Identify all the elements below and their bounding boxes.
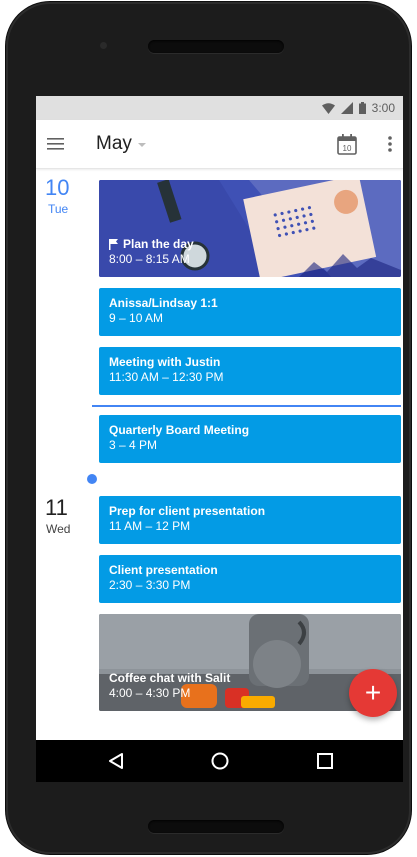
month-selector[interactable]: May bbox=[96, 133, 146, 155]
event-time: 4:00 – 4:30 PM bbox=[109, 686, 191, 700]
app-bar: May 10 bbox=[36, 120, 403, 169]
month-label: May bbox=[96, 133, 132, 154]
event-title: Quarterly Board Meeting bbox=[109, 423, 250, 437]
system-nav-bar bbox=[36, 740, 403, 782]
recents-icon[interactable] bbox=[313, 749, 337, 773]
home-icon[interactable] bbox=[208, 749, 232, 773]
event-title: Meeting with Justin bbox=[109, 355, 221, 369]
event-card[interactable]: Prep for client presentation 11 AM – 12 … bbox=[99, 496, 401, 544]
signal-icon bbox=[340, 102, 353, 114]
event-title: Prep for client presentation bbox=[109, 504, 266, 518]
earpiece-speaker bbox=[148, 40, 284, 53]
event-time: 11:30 AM – 12:30 PM bbox=[109, 370, 224, 384]
calendar-today-icon[interactable]: 10 bbox=[335, 132, 359, 156]
more-vert-icon[interactable] bbox=[384, 132, 396, 156]
screen: 3:00 May 10 10 Tue Plan the day 8:00 – 8… bbox=[36, 96, 403, 782]
event-title: Plan the day bbox=[123, 237, 194, 251]
event-card[interactable]: Quarterly Board Meeting 3 – 4 PM bbox=[99, 415, 401, 463]
wifi-icon bbox=[321, 102, 335, 114]
menu-icon[interactable] bbox=[46, 134, 66, 154]
day-weekday: Wed bbox=[46, 522, 71, 536]
current-time-dot bbox=[87, 474, 97, 484]
today-icon-label: 10 bbox=[343, 144, 352, 153]
front-camera bbox=[100, 42, 107, 49]
flag-icon bbox=[109, 239, 118, 250]
event-card[interactable]: Plan the day 8:00 – 8:15 AM bbox=[99, 180, 401, 277]
event-title: Anissa/Lindsay 1:1 bbox=[109, 296, 218, 310]
battery-icon bbox=[358, 102, 366, 114]
event-time: 9 – 10 AM bbox=[109, 311, 164, 325]
current-time-line bbox=[92, 405, 401, 407]
phone-frame: 3:00 May 10 10 Tue Plan the day 8:00 – 8… bbox=[6, 2, 411, 854]
event-card[interactable]: Client presentation 2:30 – 3:30 PM bbox=[99, 555, 401, 603]
event-card[interactable]: Anissa/Lindsay 1:1 9 – 10 AM bbox=[99, 288, 401, 336]
event-time: 11 AM – 12 PM bbox=[109, 519, 191, 533]
event-card[interactable]: Meeting with Justin 11:30 AM – 12:30 PM bbox=[99, 347, 401, 395]
bottom-speaker bbox=[148, 820, 284, 833]
event-title: Client presentation bbox=[109, 563, 218, 577]
event-title: Coffee chat with Salit bbox=[109, 671, 231, 685]
event-time: 8:00 – 8:15 AM bbox=[109, 252, 190, 266]
event-time: 2:30 – 3:30 PM bbox=[109, 578, 191, 592]
status-time: 3:00 bbox=[371, 101, 395, 115]
chevron-down-icon bbox=[137, 143, 146, 147]
event-time: 3 – 4 PM bbox=[109, 438, 158, 452]
back-icon[interactable] bbox=[104, 749, 128, 773]
day-date: 10 bbox=[45, 175, 70, 200]
schedule-list: 10 Tue Plan the day 8:00 – 8:15 AM Aniss… bbox=[36, 169, 403, 782]
add-event-button[interactable]: + bbox=[349, 669, 397, 717]
status-bar: 3:00 bbox=[36, 96, 403, 120]
day-weekday: Tue bbox=[48, 202, 69, 216]
plus-icon: + bbox=[364, 677, 382, 708]
day-date: 11 bbox=[45, 495, 68, 520]
